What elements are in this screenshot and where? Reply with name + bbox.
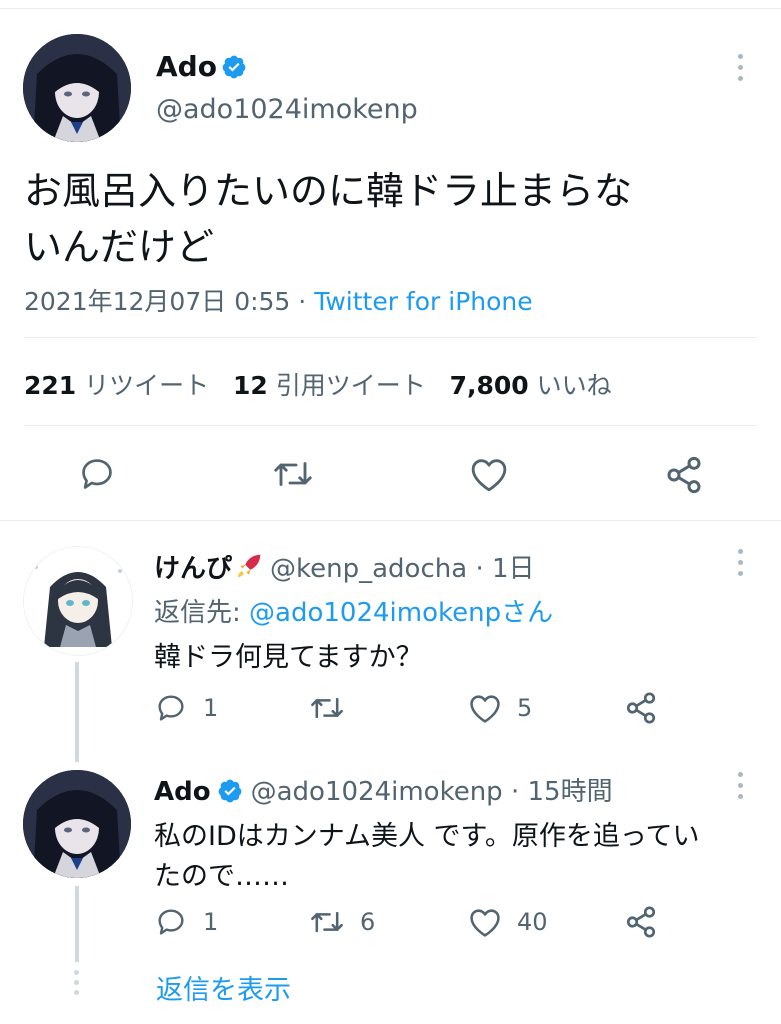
replying-to-handle[interactable]: @ado1024imokenpさん <box>249 598 553 628</box>
like-icon[interactable] <box>468 906 502 938</box>
quote-stat[interactable]: 12 引用ツイート <box>233 371 426 400</box>
reply-count: 1 <box>203 694 219 722</box>
divider <box>24 425 757 426</box>
share-icon[interactable] <box>624 905 658 939</box>
reply-icon[interactable] <box>155 906 187 938</box>
stats-bar: 221 リツイート 12 引用ツイート 7,800 いいね <box>24 366 612 402</box>
reply-count: 1 <box>203 908 219 936</box>
share-icon[interactable] <box>624 691 658 725</box>
timestamp[interactable]: 2021年12月07日 0:55 · <box>24 287 314 316</box>
reply-icon[interactable] <box>78 455 116 493</box>
tweet-text-line-2: いんだけど <box>24 225 215 269</box>
reply-text-line-2: たので…… <box>154 861 289 892</box>
retweet-icon[interactable] <box>272 457 314 491</box>
like-icon[interactable] <box>469 455 509 493</box>
like-icon[interactable] <box>468 692 502 724</box>
like-stat[interactable]: 7,800 いいね <box>450 371 612 400</box>
show-replies-link[interactable]: 返信を表示 <box>156 968 291 1007</box>
share-icon[interactable] <box>664 455 704 495</box>
avatar[interactable] <box>23 770 131 878</box>
more-options-icon[interactable] <box>738 549 746 582</box>
retweet-icon[interactable] <box>309 908 345 936</box>
top-divider <box>0 8 781 9</box>
reply-header: けんぴ @kenp_adocha · 1日 <box>154 548 535 585</box>
retweet-icon[interactable] <box>309 694 345 722</box>
avatar[interactable] <box>23 34 131 142</box>
replying-to: 返信先: @ado1024imokenpさん <box>154 592 553 629</box>
quote-count: 12 <box>233 371 268 400</box>
replying-to-prefix: 返信先: <box>154 598 250 628</box>
retweet-count: 221 <box>24 371 77 400</box>
reply-handle-time[interactable]: @kenp_adocha · 1日 <box>270 554 535 584</box>
avatar[interactable] <box>23 546 133 656</box>
like-count: 7,800 <box>449 371 529 400</box>
author-name[interactable]: Ado <box>156 50 217 83</box>
like-label: いいね <box>536 371 612 400</box>
thread-dots <box>74 970 79 995</box>
source-link[interactable]: Twitter for iPhone <box>314 287 532 316</box>
verified-badge-icon <box>218 779 241 803</box>
reply-icon[interactable] <box>155 692 187 724</box>
retweet-count: 6 <box>360 908 376 936</box>
divider <box>24 337 757 338</box>
more-options-icon[interactable] <box>738 772 746 805</box>
more-options-icon[interactable] <box>738 54 746 87</box>
reply-header: Ado @ado1024imokenp · 15時間 <box>154 771 613 808</box>
reply-author-name[interactable]: けんぴ <box>154 554 232 584</box>
retweet-stat[interactable]: 221 リツイート <box>24 371 209 400</box>
reply-text: 韓ドラ何見てますか？ <box>154 642 423 673</box>
tweet-text-line-1: お風呂入りたいのに韓ドラ止まらな <box>24 169 633 213</box>
author-handle[interactable]: @ado1024imokenp <box>156 94 418 125</box>
reply-author-name[interactable]: Ado <box>154 777 211 807</box>
thread-line <box>75 662 79 762</box>
like-count: 5 <box>517 694 533 722</box>
section-separator <box>0 520 781 521</box>
reply-text-line-1: 私のIDはカンナム美人 です。原作を追ってい <box>154 821 700 852</box>
retweet-label: リツイート <box>84 371 210 400</box>
like-count: 40 <box>517 908 548 936</box>
verified-badge-icon <box>222 55 246 79</box>
tweet-meta: 2021年12月07日 0:55 · Twitter for iPhone <box>24 282 533 318</box>
quote-label: 引用ツイート <box>275 371 426 400</box>
thread-line <box>75 886 79 962</box>
reply-handle-time[interactable]: @ado1024imokenp · 15時間 <box>251 777 613 807</box>
rocket-emoji-icon <box>237 554 261 578</box>
